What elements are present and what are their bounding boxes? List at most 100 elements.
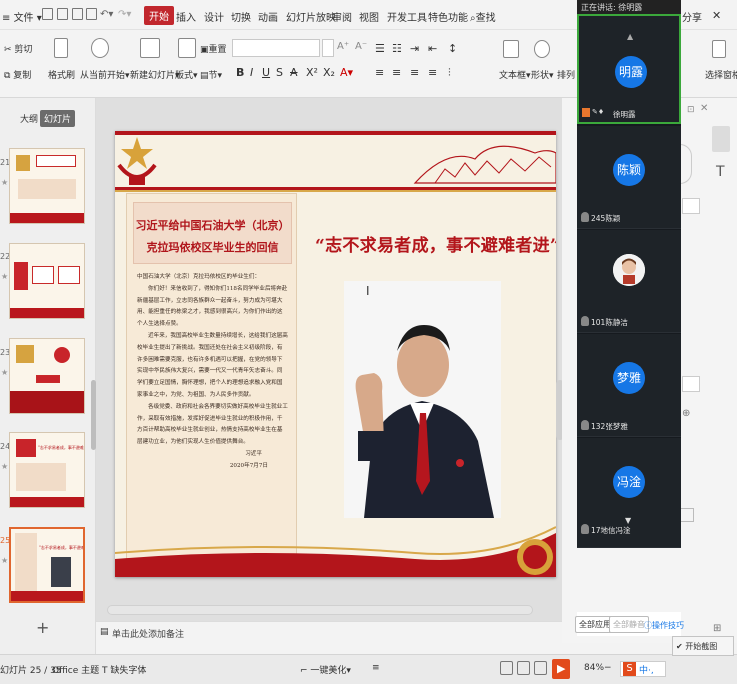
current-slide[interactable]: 习近平给中国石油大学（北京） 克拉玛依校区毕业生的回信 中国石油大学（北京）克拉…: [115, 131, 556, 577]
participant-tile[interactable]: ▲ 明露 ✎♦ 徐明露: [577, 14, 681, 124]
italic-button[interactable]: I: [250, 66, 253, 79]
export-icon[interactable]: [86, 8, 97, 20]
close-icon[interactable]: ✕: [712, 9, 721, 22]
slide-thumbnail-24[interactable]: "志不求易者成，事不避难者进": [9, 432, 85, 508]
tab-design[interactable]: 设计: [204, 9, 224, 24]
letter-title-line-2: 克拉玛依校区毕业生的回信: [146, 241, 279, 254]
grid-icon[interactable]: ⊞: [713, 623, 721, 634]
notes-bar[interactable]: ▤ 单击此处添加备注: [96, 621, 570, 643]
panel-dropdown[interactable]: [682, 376, 700, 392]
participant-tile[interactable]: 冯淦 17地信冯淦 ▼: [577, 438, 681, 548]
share-button[interactable]: 分享: [682, 9, 702, 24]
search-button[interactable]: ⌕查找: [470, 9, 496, 24]
pin-icon[interactable]: ⊡: [687, 105, 695, 115]
strike-button[interactable]: A: [290, 66, 298, 79]
cut-button[interactable]: ✂ 剪切: [4, 42, 32, 55]
line-spacing-icon[interactable]: ↕: [448, 42, 457, 55]
play-from-current-button[interactable]: 从当前开始▾: [80, 68, 130, 81]
tips-link[interactable]: ⓘ操作技巧: [644, 620, 684, 631]
sorter-view-icon[interactable]: [517, 661, 530, 675]
outdent-icon[interactable]: ⇤: [428, 42, 437, 55]
arrange-button[interactable]: 排列: [557, 68, 575, 81]
justify-icon[interactable]: ≡: [428, 66, 437, 79]
start-capture-button[interactable]: ✔ 开始截图: [672, 636, 734, 656]
zoom-out-icon[interactable]: −: [604, 663, 612, 673]
bold-button[interactable]: B: [236, 66, 244, 79]
new-slide-button[interactable]: 新建幻灯片▾: [130, 68, 180, 81]
slide-thumbnail-25[interactable]: "志不求易者成，事不避难者进": [9, 527, 85, 603]
tab-transition[interactable]: 切换: [231, 9, 251, 24]
layout-button[interactable]: 版式▾: [175, 68, 198, 81]
slides-tab[interactable]: 幻灯片: [40, 110, 76, 127]
tab-developer[interactable]: 开发工具: [387, 9, 427, 24]
align-left-icon[interactable]: ≡: [375, 66, 384, 79]
add-circle-icon[interactable]: ⊕: [682, 408, 690, 419]
file-menu[interactable]: ≡ 文件 ▾: [2, 9, 42, 24]
copy-button[interactable]: ⧉ 复制: [4, 68, 31, 81]
numbering-icon[interactable]: ☷: [392, 42, 402, 55]
letter-paragraph: 各级党委、政府和社会各界要切实做好高校毕业生就业工作，采取有效措施，发挥好促进毕…: [137, 403, 288, 446]
reset-button[interactable]: ▣重置: [200, 42, 227, 55]
tab-insert[interactable]: 插入: [176, 9, 196, 24]
zoom-level[interactable]: 84%: [584, 663, 604, 673]
plus-icon[interactable]: +: [36, 618, 49, 637]
scroll-down-icon[interactable]: ▼: [625, 516, 631, 525]
subscript-button[interactable]: X₂: [323, 66, 335, 79]
panel-close-icon[interactable]: ✕: [700, 103, 708, 114]
font-grow-icon[interactable]: A⁺: [337, 41, 349, 52]
tab-features[interactable]: 特色功能: [428, 9, 468, 24]
slide-slogan: “志不求易者成，事不避难者进”: [315, 236, 556, 256]
select-pane-button[interactable]: 选择窗格: [705, 68, 737, 81]
slide-thumbnail-22[interactable]: [9, 243, 85, 319]
undo-icon[interactable]: ↶▾: [100, 9, 113, 20]
preview-icon[interactable]: [72, 8, 83, 20]
format-painter-button[interactable]: 格式刷: [48, 68, 75, 81]
distribute-icon[interactable]: ⫶: [448, 66, 451, 80]
ime-toolbar[interactable]: S 中·,: [620, 661, 666, 677]
participant-tile[interactable]: 101陈静洁: [577, 230, 681, 333]
tab-review[interactable]: 审阅: [332, 9, 352, 24]
save-icon[interactable]: [42, 8, 53, 20]
host-icon: [582, 108, 590, 117]
play-slideshow-button[interactable]: ▶: [552, 659, 570, 679]
font-size-select[interactable]: [322, 39, 334, 57]
textbox-button[interactable]: 文本框▾: [499, 68, 531, 81]
participant-tile[interactable]: 梦雅 132张梦雅: [577, 334, 681, 437]
normal-view-icon[interactable]: [500, 661, 513, 675]
font-shrink-icon[interactable]: A⁻: [355, 41, 367, 52]
shadow-button[interactable]: S: [276, 66, 283, 79]
reading-view-icon[interactable]: [534, 661, 547, 675]
align-right-icon[interactable]: ≡: [410, 66, 419, 79]
shape-button[interactable]: 形状▾: [531, 68, 554, 81]
tab-animation[interactable]: 动画: [258, 9, 278, 24]
tab-slideshow[interactable]: 幻灯片放映: [286, 9, 336, 24]
notes-toggle-icon[interactable]: ≡: [372, 663, 380, 673]
align-center-icon[interactable]: ≡: [392, 66, 401, 79]
slide-thumbnail-23[interactable]: [9, 338, 85, 414]
canvas-horizontal-scrollbar[interactable]: [107, 605, 533, 615]
properties-icon[interactable]: [712, 126, 730, 152]
beautify-button[interactable]: ⌐ 一键美化▾: [300, 663, 351, 676]
theme-name[interactable]: Office 主题: [52, 663, 99, 676]
panel-dropdown[interactable]: [682, 198, 700, 214]
text-tool-icon[interactable]: T: [716, 164, 725, 180]
missing-font-button[interactable]: ꓔ 缺失字体: [102, 663, 146, 676]
indent-icon[interactable]: ⇥: [410, 42, 419, 55]
outline-tab[interactable]: 大纲: [16, 110, 42, 127]
tab-home[interactable]: 开始: [144, 6, 174, 25]
superscript-button[interactable]: X²: [306, 66, 318, 79]
scroll-up-icon[interactable]: ▲: [627, 32, 633, 41]
bullets-icon[interactable]: ☰: [375, 42, 385, 55]
slide-thumbnail-21[interactable]: [9, 148, 85, 224]
print-icon[interactable]: [57, 8, 68, 20]
thumb-red-band: [10, 213, 84, 223]
mute-all-button[interactable]: 全部静音: [609, 616, 649, 633]
underline-button[interactable]: U: [262, 66, 270, 79]
section-button[interactable]: ▤节▾: [200, 68, 222, 81]
panel-checkbox[interactable]: [680, 508, 694, 522]
tab-view[interactable]: 视图: [359, 9, 379, 24]
font-color-button[interactable]: A▾: [340, 66, 353, 79]
font-name-select[interactable]: [232, 39, 320, 57]
participant-tile[interactable]: 陈颖 245陈颖: [577, 126, 681, 229]
redo-icon[interactable]: ↷▾: [118, 9, 131, 20]
